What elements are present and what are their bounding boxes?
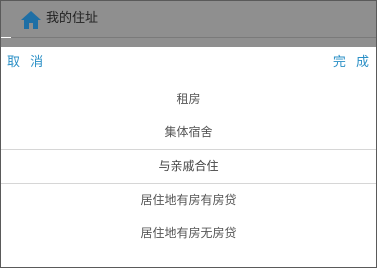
dim-overlay — [1, 38, 376, 47]
picker-options[interactable]: 租房 集体宿舍 与亲戚合住 居住地有房有房贷 居住地有房无房贷 — [1, 83, 376, 251]
cancel-button[interactable]: 取 消 — [7, 55, 46, 71]
home-icon[interactable] — [20, 10, 42, 30]
picker-option-own-no-mortgage[interactable]: 居住地有房无房贷 — [1, 217, 376, 250]
address-picker-sheet: 取 消 完 成 租房 集体宿舍 与亲戚合住 居住地有房有房贷 居住地有房无房贷 — [1, 47, 376, 267]
picker-option-own-with-mortgage[interactable]: 居住地有房有房贷 — [1, 184, 376, 217]
screen: 我的住址 取 消 完 成 租房 集体宿舍 与亲戚合住 居住地有房有房贷 居住地有… — [0, 0, 377, 268]
picker-option-rent[interactable]: 租房 — [1, 83, 376, 116]
picker-option-dormitory[interactable]: 集体宿舍 — [1, 116, 376, 149]
page-header: 我的住址 — [1, 1, 376, 37]
picker-option-with-relatives[interactable]: 与亲戚合住 — [1, 150, 376, 183]
page-title: 我的住址 — [46, 11, 99, 26]
done-button[interactable]: 完 成 — [333, 55, 372, 71]
